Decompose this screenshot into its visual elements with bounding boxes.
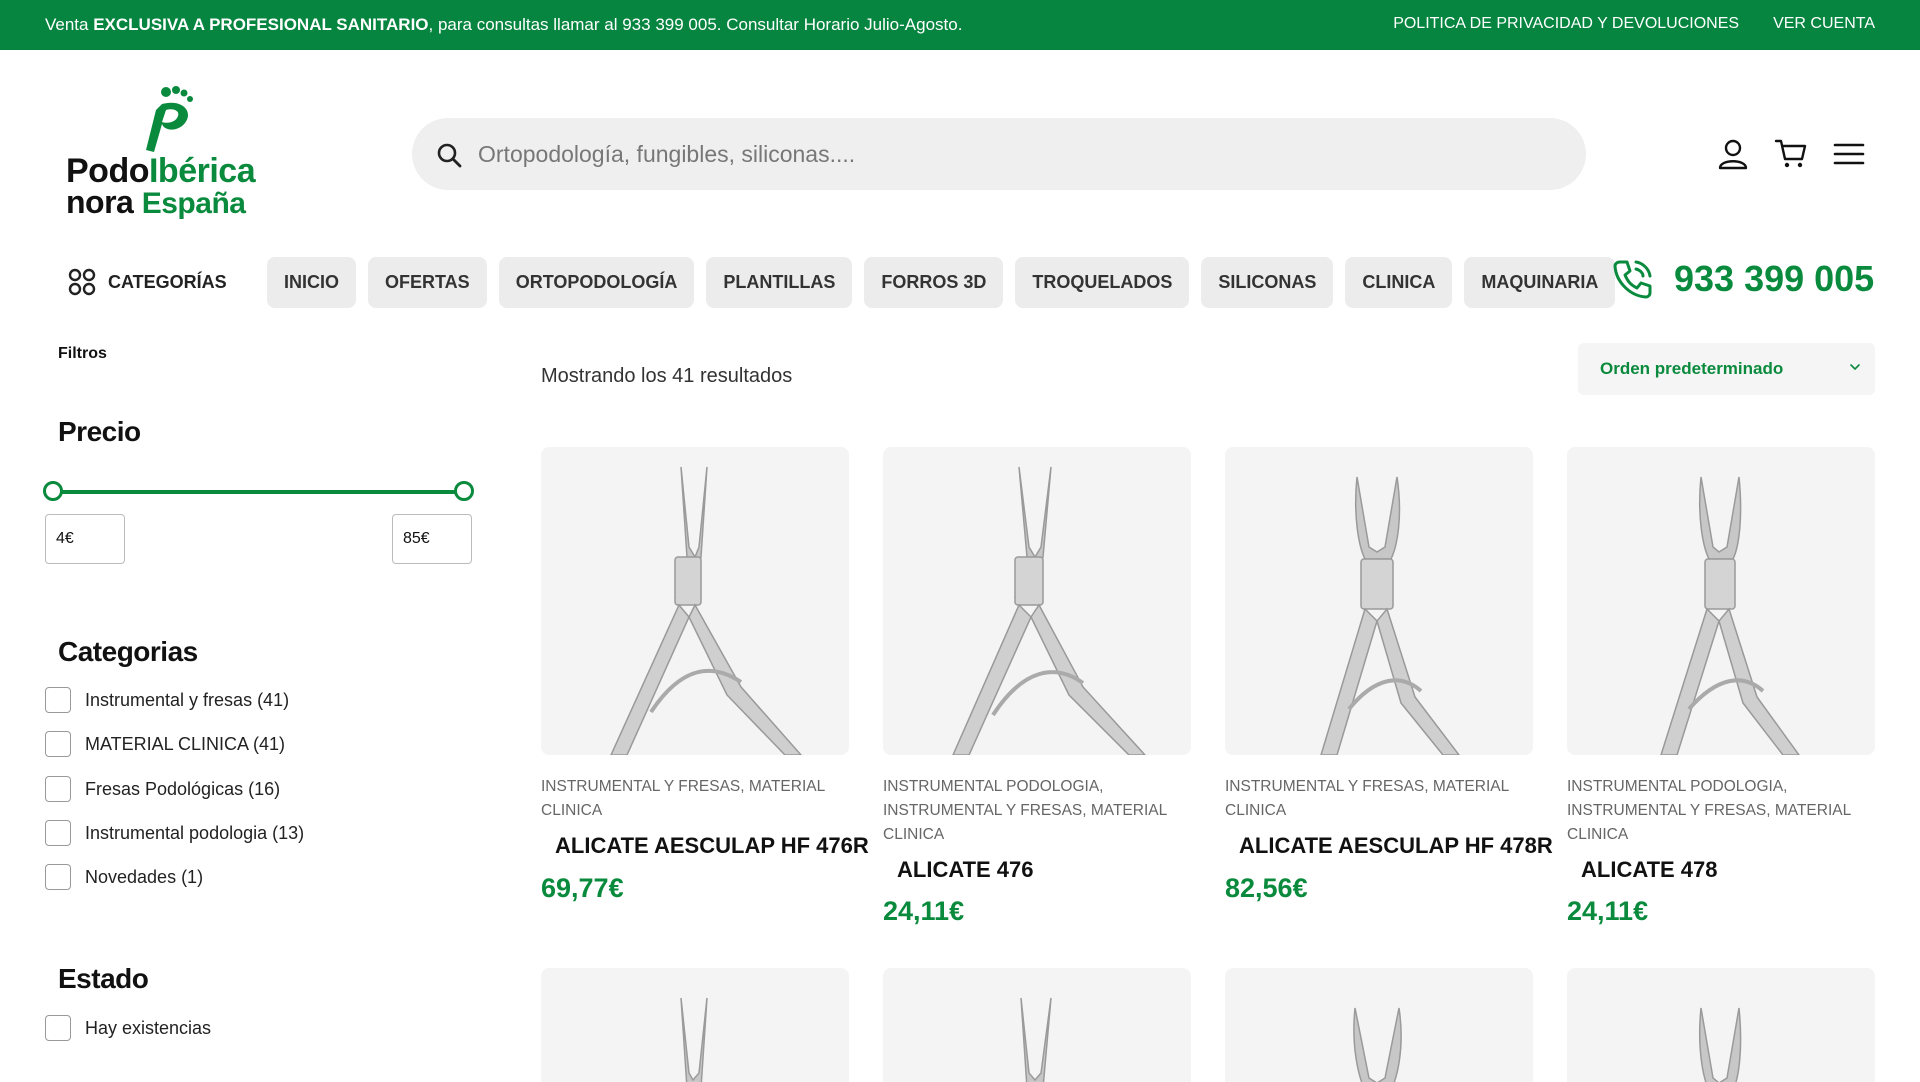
checkbox[interactable] [45,687,71,713]
checkbox-label: Fresas Podológicas (16) [85,778,281,799]
product-name[interactable]: ALICATE AESCULAP HF 478R [1239,833,1553,859]
product-image[interactable] [541,447,849,755]
stock-checkbox[interactable]: Hay existencias [45,1015,211,1041]
product-image[interactable] [1567,447,1875,755]
category-checkbox[interactable]: Fresas Podológicas (16) [45,776,280,802]
product-image[interactable] [541,968,849,1082]
phone-contact[interactable]: 933 399 005 [1612,258,1874,300]
price-filter-title: Precio [58,416,141,447]
privacy-link[interactable]: POLITICA DE PRIVACIDAD Y DEVOLUCIONES [1393,15,1739,33]
nail-nipper-icon [1020,997,1052,1082]
nav-item-maquinaria[interactable]: MAQUINARIA [1464,257,1616,308]
foot-logo-icon [146,86,193,152]
nav-item-siliconas[interactable]: SILICONAS [1201,257,1334,308]
sort-select[interactable]: Orden predeterminado [1578,343,1875,395]
search-input[interactable] [478,130,1558,178]
category-checkbox[interactable]: MATERIAL CLINICA (41) [45,731,285,757]
account-link[interactable]: VER CUENTA [1773,15,1875,33]
checkbox[interactable] [45,776,71,802]
nav-item-inicio[interactable]: INICIO [267,257,357,308]
product-image[interactable] [883,968,1191,1082]
product-category: INSTRUMENTAL Y FRESAS, MATERIAL CLINICA [541,778,825,819]
checkbox-label: Novedades (1) [85,866,204,887]
category-checkbox[interactable]: Instrumental y fresas (41) [45,687,289,713]
chevron-down-icon [1850,364,1860,370]
user-icon[interactable] [1716,137,1750,171]
checkbox-label: Instrumental podologia (13) [85,822,305,843]
menu-icon[interactable] [1832,137,1866,171]
nail-nipper-icon [1660,476,1800,755]
nav-item-plantillas[interactable]: PLANTILLAS [706,257,853,308]
nav-item-ofertas[interactable]: OFERTAS [368,257,487,308]
search-bar [412,118,1586,190]
announcement-post: , para consultas llamar al 933 399 005. … [428,15,963,34]
nail-nipper-icon [1353,1007,1402,1082]
categories-label: CATEGORÍAS [108,271,227,292]
checkbox-label: MATERIAL CLINICA (41) [85,733,286,754]
price-min-input[interactable]: 4€ [45,514,125,564]
price-range-slider[interactable] [43,481,474,501]
product-price: 24,11€ [883,896,965,926]
categories-filter-title: Categorias [58,636,198,667]
product-name[interactable]: ALICATE 478 [1581,857,1718,883]
search-icon[interactable] [436,142,462,168]
main-nav: INICIO OFERTAS ORTOPODOLOGÍA PLANTILLAS … [267,257,1616,308]
results-count: Mostrando los 41 resultados [541,365,793,387]
categories-menu-button[interactable]: CATEGORÍAS [68,268,227,296]
product-image[interactable] [1567,968,1875,1082]
product-image[interactable] [1225,968,1533,1082]
checkbox[interactable] [45,820,71,846]
product-category: INSTRUMENTAL Y FRESAS, MATERIAL CLINICA [1225,778,1509,819]
phone-number: 933 399 005 [1674,258,1875,299]
checkbox-label: Hay existencias [85,1017,212,1038]
cart-icon[interactable] [1774,137,1808,171]
filters-label: Filtros [58,345,107,362]
nav-item-ortopodologia[interactable]: ORTOPODOLOGÍA [498,257,695,308]
price-min-handle[interactable] [43,481,63,501]
top-links: POLITICA DE PRIVACIDAD Y DEVOLUCIONES VE… [1393,15,1875,33]
product-category: INSTRUMENTAL PODOLOGIA, INSTRUMENTAL Y F… [1567,778,1851,843]
phone-icon [1613,260,1652,299]
product-price: 69,77€ [541,873,624,903]
price-max-handle[interactable] [454,481,474,501]
nail-nipper-icon [1698,1007,1742,1082]
nav-item-forros-3d[interactable]: FORROS 3D [864,257,1004,308]
nail-nipper-icon [952,466,1147,755]
sort-label: Orden predeterminado [1600,359,1784,378]
product-image[interactable] [1225,447,1533,755]
product-image[interactable] [883,447,1191,755]
nail-nipper-icon [610,466,803,755]
product-name[interactable]: ALICATE 476 [897,857,1034,883]
announcement-pre: Venta [45,15,94,34]
checkbox-label: Instrumental y fresas (41) [85,689,290,710]
announcement-bold: EXCLUSIVA A PROFESIONAL SANITARIO [93,15,429,34]
nail-nipper-icon [680,997,708,1082]
checkbox[interactable] [45,731,71,757]
logo-line-2: nora España [66,184,246,220]
product-category: INSTRUMENTAL PODOLOGIA, INSTRUMENTAL Y F… [883,778,1167,843]
checkbox[interactable] [45,864,71,890]
product-price: 82,56€ [1225,873,1308,903]
announcement-text: Venta EXCLUSIVA A PROFESIONAL SANITARIO,… [45,15,962,35]
category-checkbox[interactable]: Instrumental podologia (13) [45,820,304,846]
site-logo[interactable]: PodoIbérica nora España [62,84,282,224]
product-name[interactable]: ALICATE AESCULAP HF 476R [555,833,869,859]
state-filter-title: Estado [58,963,149,994]
category-checkbox[interactable]: Novedades (1) [45,864,203,890]
grid-icon [68,268,96,296]
product-price: 24,11€ [1567,896,1649,926]
nail-nipper-icon [1320,476,1460,755]
nav-item-clinica[interactable]: CLINICA [1345,257,1453,308]
top-announcement-bar: Venta EXCLUSIVA A PROFESIONAL SANITARIO,… [0,0,1920,50]
nav-item-troquelados[interactable]: TROQUELADOS [1015,257,1190,308]
checkbox[interactable] [45,1015,71,1041]
price-max-input[interactable]: 85€ [392,514,472,564]
